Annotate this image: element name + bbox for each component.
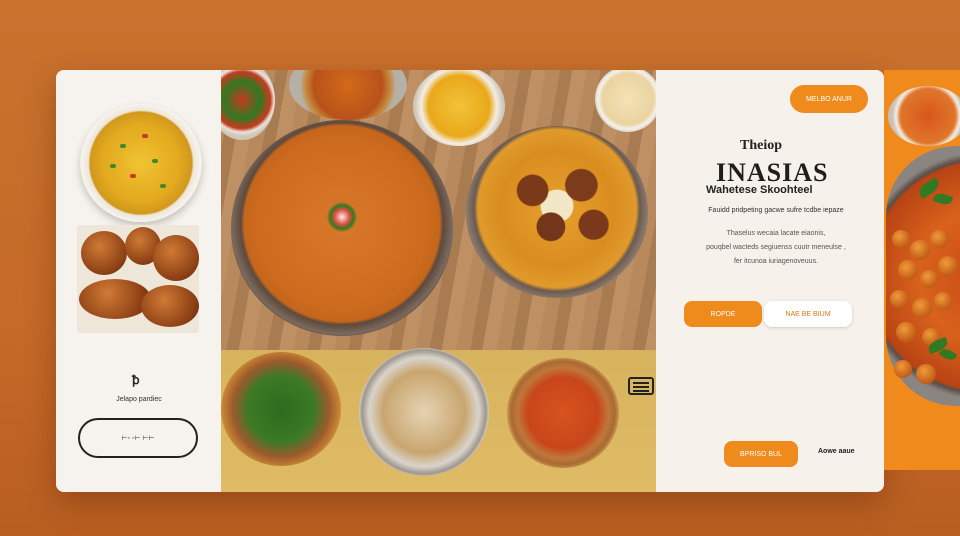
outline-button[interactable]: ⊢◦ ◦⊢ ⊢⊢	[78, 418, 198, 458]
menu-button[interactable]: MELBO ANUR	[790, 85, 868, 113]
sidebar-caption: Jelapo pardiec	[116, 396, 162, 403]
greens-bowl	[221, 352, 341, 466]
description-line-2: pouqbel wacteds segiuenss cuutr meneulse…	[706, 244, 846, 251]
side-preview-strip	[884, 70, 960, 470]
left-sidebar: ꝥ Jelapo pardiec ⊢◦ ◦⊢ ⊢⊢	[56, 70, 221, 492]
bottom-button[interactable]: BPRISO BUL	[724, 441, 798, 467]
side-bowl-top	[888, 86, 960, 146]
description-line-3: fer itcunoa iuriagenoveuus.	[733, 258, 819, 265]
secondary-button[interactable]: NAE BE BIUM	[764, 301, 852, 327]
rice-side-bowl	[595, 70, 656, 132]
paneer-bowl	[359, 348, 489, 476]
brand-small: Theiop	[740, 138, 783, 153]
brand-subtitle: Wahetese Skoohteel	[706, 184, 813, 196]
garnish	[327, 202, 357, 232]
hamburger-icon[interactable]	[628, 377, 654, 395]
mini-logo: ꝥ	[132, 373, 140, 387]
chicken-pieces	[496, 154, 618, 258]
bottom-label[interactable]: Aowe aaue	[818, 448, 855, 455]
food-hero-image	[221, 70, 656, 492]
description-line-1: Thaselus wecaia lacate eiaonis,	[726, 230, 826, 237]
fried-chicken-image	[77, 225, 199, 333]
primary-button[interactable]: ROPDE	[684, 301, 762, 327]
tagline: Fauidd pridpeting gacwe sufre tcdbe iepa…	[708, 207, 844, 214]
info-panel: MELBO ANUR Theiop INASIAS Wahetese Skooh…	[656, 70, 884, 492]
main-card: ꝥ Jelapo pardiec ⊢◦ ◦⊢ ⊢⊢ MELBO ANUR The…	[56, 70, 884, 492]
tikka-masala-bowl	[507, 358, 619, 468]
rice-bowl-image	[80, 104, 202, 222]
